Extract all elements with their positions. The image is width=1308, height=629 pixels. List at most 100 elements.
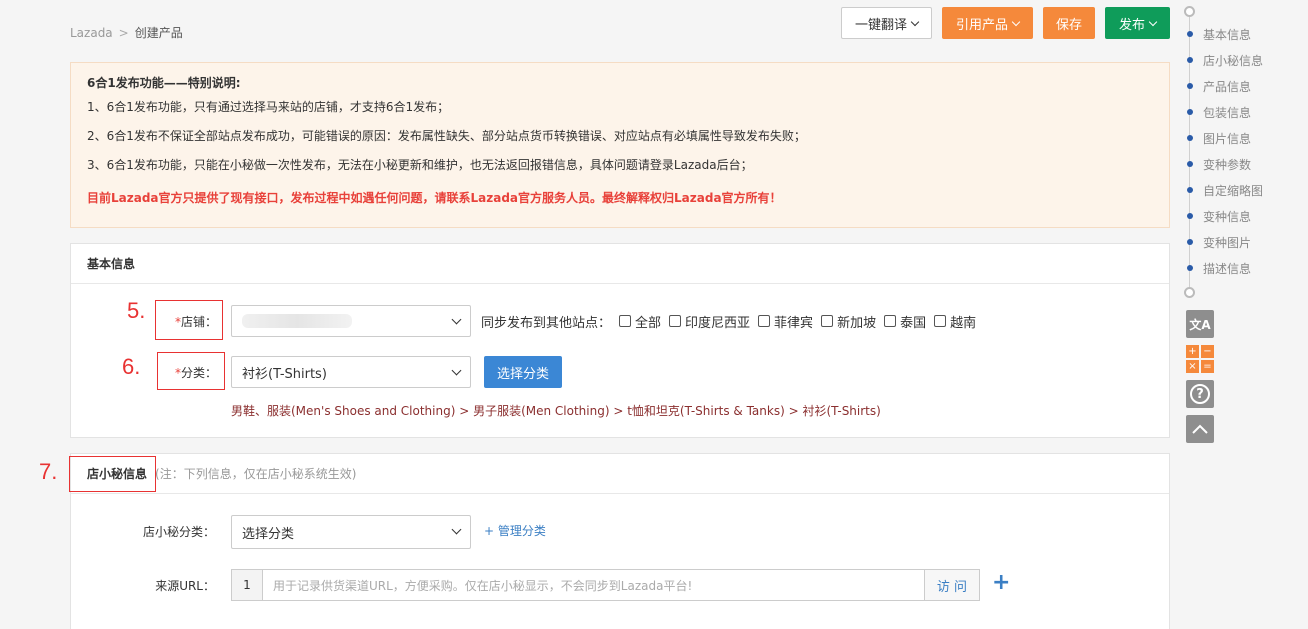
xiaomi-info-panel: 店小秘信息 (注：下列信息，仅在店小秘系统生效) 店小秘分类： 选择分类 + 管… — [70, 453, 1170, 629]
site-label: 越南 — [950, 315, 977, 331]
url-index: 1 — [231, 569, 263, 601]
annotation-step-7: 7. — [39, 459, 58, 484]
chevron-down-icon — [910, 17, 920, 26]
nav-item-package-info[interactable]: 包装信息 — [1182, 104, 1251, 120]
nav-item-variant-info[interactable]: 变种信息 — [1182, 208, 1251, 224]
calc-minus: − — [1201, 345, 1214, 358]
chevron-down-icon — [451, 524, 462, 535]
dot-icon — [1187, 265, 1193, 271]
dot-icon — [1187, 83, 1193, 89]
basic-info-title: 基本信息 — [71, 244, 1169, 284]
dot-icon — [1187, 213, 1193, 219]
dot-icon — [1187, 161, 1193, 167]
dot-icon — [1187, 31, 1193, 37]
site-label: 印度尼西亚 — [685, 315, 751, 331]
nav-item-xiaomi-info[interactable]: 店小秘信息 — [1182, 52, 1263, 68]
annotation-step-5: 5. — [127, 298, 146, 323]
source-url-group: 1 用于记录供货渠道URL，方便采购。仅在店小秘显示，不会同步到Lazada平台… — [231, 569, 1010, 601]
breadcrumb: Lazada > 创建产品 — [70, 24, 183, 41]
xiaomi-info-hint: (注：下列信息，仅在店小秘系统生效) — [155, 467, 357, 481]
breadcrumb-separator: > — [118, 25, 129, 40]
translate-button-label: 一键翻译 — [854, 17, 907, 33]
manage-category-link[interactable]: + 管理分类 — [484, 522, 546, 539]
nav-item-variant-images[interactable]: 变种图片 — [1182, 234, 1251, 250]
checkbox-icon — [821, 315, 834, 327]
category-path: 男鞋、服装(Men's Shoes and Clothing) > 男子服装(M… — [231, 404, 881, 418]
calc-equals: = — [1201, 360, 1214, 373]
nav-label: 变种图片 — [1203, 235, 1252, 250]
nav-item-basic-info[interactable]: 基本信息 — [1182, 26, 1251, 42]
top-actions: 一键翻译 引用产品 保存 发布 — [841, 7, 1170, 39]
annotation-box-6 — [157, 352, 225, 390]
dot-icon — [1187, 187, 1193, 193]
nav-label: 包装信息 — [1203, 105, 1252, 120]
nav-label: 产品信息 — [1203, 79, 1252, 94]
category-select-value: 衬衫(T-Shirts) — [242, 366, 327, 382]
help-icon: ? — [1190, 384, 1210, 404]
chevron-down-icon — [1011, 17, 1021, 26]
chevron-down-icon — [451, 314, 462, 325]
scroll-top-tool-icon[interactable] — [1186, 415, 1214, 443]
site-label: 全部 — [635, 315, 662, 331]
publish-button-label: 发布 — [1118, 17, 1145, 33]
calculator-tool-icon[interactable]: + − × = — [1186, 345, 1214, 373]
dot-icon — [1187, 135, 1193, 141]
notice-line-2: 2、6合1发布不保证全部站点发布成功，可能错误的原因：发布属性缺失、部分站点货币… — [87, 129, 806, 143]
nav-label: 变种参数 — [1203, 157, 1252, 172]
basic-info-panel: 基本信息 *店铺： 同步发布到其他站点： 全部 印度尼西亚 菲律宾 新加坡 泰国… — [70, 243, 1170, 438]
nav-item-image-info[interactable]: 图片信息 — [1182, 130, 1251, 146]
checkbox-icon — [884, 315, 897, 327]
notice-warning: 目前Lazada官方只提供了现有接口，发布过程中如遇任何问题，请联系Lazada… — [87, 191, 782, 205]
publish-button[interactable]: 发布 — [1105, 7, 1170, 39]
nav-item-product-info[interactable]: 产品信息 — [1182, 78, 1251, 94]
import-button-label: 引用产品 — [955, 17, 1008, 33]
site-checkbox-thailand[interactable]: 泰国 — [884, 312, 926, 331]
import-product-button[interactable]: 引用产品 — [942, 7, 1033, 39]
xiaomi-info-header: 店小秘信息 (注：下列信息，仅在店小秘系统生效) — [71, 454, 1169, 494]
calc-plus: + — [1186, 345, 1199, 358]
nav-label: 店小秘信息 — [1203, 53, 1264, 68]
checkbox-icon — [619, 315, 632, 327]
translate-tool-icon[interactable]: 文A — [1186, 310, 1214, 338]
nav-item-variant-params[interactable]: 变种参数 — [1182, 156, 1251, 172]
add-url-icon[interactable]: + — [992, 569, 1010, 601]
xiaomi-category-select[interactable]: 选择分类 — [231, 515, 471, 549]
site-checkbox-all[interactable]: 全部 — [619, 312, 661, 331]
notice-title: 6合1发布功能——特别说明: — [87, 76, 241, 90]
site-checkbox-indonesia[interactable]: 印度尼西亚 — [669, 312, 750, 331]
visit-url-button[interactable]: 访 问 — [925, 569, 980, 601]
help-tool-icon[interactable]: ? — [1186, 380, 1214, 408]
checkbox-icon — [934, 315, 947, 327]
sync-sites-row: 同步发布到其他站点： 全部 印度尼西亚 菲律宾 新加坡 泰国 越南 — [481, 305, 976, 337]
store-select[interactable] — [231, 305, 471, 337]
notice-line-3: 3、6合1发布功能，只能在小秘做一次性发布，无法在小秘更新和维护，也无法返回报错… — [87, 158, 753, 172]
chevron-down-icon — [451, 365, 462, 376]
site-checkbox-philippines[interactable]: 菲律宾 — [758, 312, 813, 331]
breadcrumb-current: 创建产品 — [134, 26, 183, 40]
translate-button[interactable]: 一键翻译 — [841, 7, 932, 39]
nav-end-ring — [1184, 287, 1195, 298]
store-value-blurred — [242, 314, 352, 328]
dot-icon — [1187, 109, 1193, 115]
chevron-up-icon — [1192, 424, 1208, 434]
nav-label: 变种信息 — [1203, 209, 1252, 224]
category-select[interactable]: 衬衫(T-Shirts) — [231, 356, 471, 388]
annotation-step-6: 6. — [122, 354, 141, 379]
xiaomi-category-value: 选择分类 — [242, 526, 295, 542]
site-label: 新加坡 — [837, 315, 877, 331]
site-checkbox-vietnam[interactable]: 越南 — [934, 312, 976, 331]
annotation-box-5 — [155, 300, 223, 340]
xiaomi-category-row: 店小秘分类： — [141, 515, 215, 547]
save-button-label: 保存 — [1056, 17, 1083, 33]
save-button[interactable]: 保存 — [1043, 7, 1095, 39]
site-checkbox-singapore[interactable]: 新加坡 — [821, 312, 876, 331]
nav-item-custom-thumbnail[interactable]: 自定缩略图 — [1182, 182, 1263, 198]
breadcrumb-root[interactable]: Lazada — [70, 26, 113, 40]
choose-category-button[interactable]: 选择分类 — [484, 356, 563, 388]
source-url-input[interactable]: 用于记录供货渠道URL，方便采购。仅在店小秘显示，不会同步到Lazada平台! — [263, 569, 925, 601]
nav-label: 自定缩略图 — [1203, 183, 1264, 198]
nav-item-description[interactable]: 描述信息 — [1182, 260, 1251, 276]
notice-line-1: 1、6合1发布功能，只有通过选择马来站的店铺，才支持6合1发布； — [87, 100, 450, 114]
checkbox-icon — [758, 315, 771, 327]
site-label: 泰国 — [900, 315, 927, 331]
